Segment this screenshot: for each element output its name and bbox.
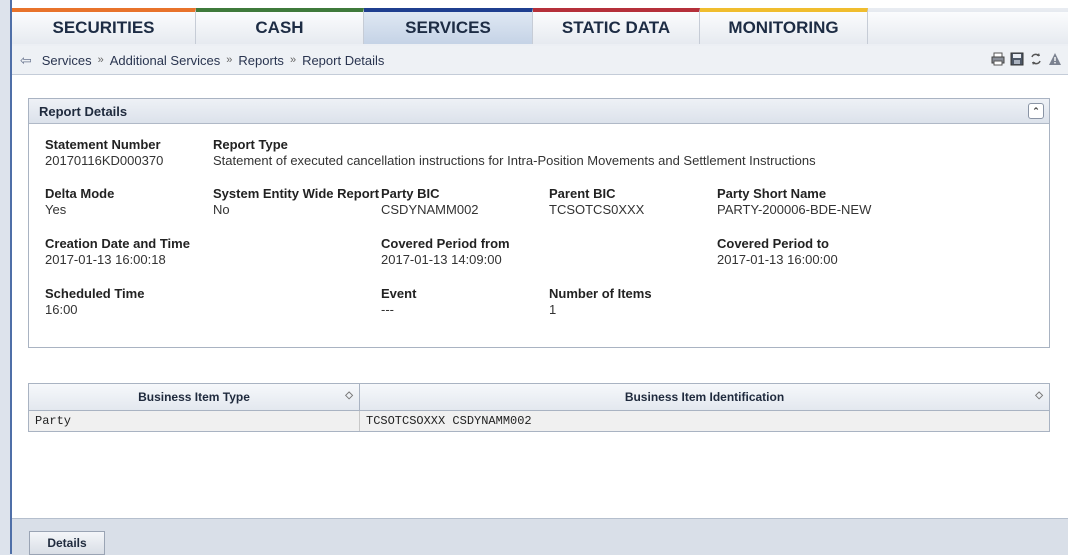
save-icon[interactable] xyxy=(1010,52,1024,66)
number-of-items-field: Number of Items 1 xyxy=(549,286,652,318)
number-of-items-value: 1 xyxy=(549,302,557,317)
details-button[interactable]: Details xyxy=(29,531,105,555)
report-details-panel: Report Details ⌃ Statement Number 201701… xyxy=(28,98,1050,348)
scheduled-time-label: Scheduled Time xyxy=(45,286,145,301)
breadcrumb-services[interactable]: Services xyxy=(42,53,92,68)
print-icon[interactable] xyxy=(991,52,1005,66)
system-entity-wide-report-value: No xyxy=(213,202,230,217)
tab-cash[interactable]: CASH xyxy=(196,8,364,44)
party-bic-value: CSDYNAMM002 xyxy=(381,202,479,217)
sort-icon[interactable]: ◇ xyxy=(1035,390,1043,401)
party-short-name-field: Party Short Name PARTY-200006-BDE-NEW xyxy=(717,186,871,218)
column-header-label: Business Item Type xyxy=(138,390,250,404)
panel-title: Report Details xyxy=(39,103,128,119)
breadcrumb: ⇦ Services » Additional Services » Repor… xyxy=(12,46,1068,75)
table-row[interactable]: Party TCSOTCSOXXX CSDYNAMM002 xyxy=(29,411,1049,431)
tab-bar-spacer xyxy=(868,8,1068,44)
refresh-icon[interactable] xyxy=(1029,52,1043,66)
column-header-business-item-identification[interactable]: Business Item Identification ◇ xyxy=(360,384,1049,410)
business-items-table: Business Item Type ◇ Business Item Ident… xyxy=(28,383,1050,432)
event-label: Event xyxy=(381,286,417,301)
number-of-items-label: Number of Items xyxy=(549,286,652,301)
collapse-icon[interactable]: ⌃ xyxy=(1028,103,1044,119)
column-header-label: Business Item Identification xyxy=(624,390,785,404)
warning-icon[interactable] xyxy=(1048,52,1062,66)
system-entity-wide-report-field: System Entity Wide Report No xyxy=(213,186,379,218)
covered-period-from-field: Covered Period from 2017-01-13 14:09:00 xyxy=(381,236,510,268)
column-header-business-item-type[interactable]: Business Item Type ◇ xyxy=(29,384,360,410)
breadcrumb-separator: » xyxy=(289,54,297,66)
scheduled-time-field: Scheduled Time 16:00 xyxy=(45,286,144,318)
covered-period-from-label: Covered Period from xyxy=(381,236,510,251)
delta-mode-value: Yes xyxy=(45,202,67,217)
breadcrumb-report-details: Report Details xyxy=(302,52,385,68)
event-value: --- xyxy=(381,302,394,317)
tab-monitoring[interactable]: MONITORING xyxy=(700,8,868,44)
toolbar-icons xyxy=(991,52,1062,66)
scheduled-time-value: 16:00 xyxy=(45,302,78,317)
parent-bic-value: TCSOTCS0XXX xyxy=(549,202,645,217)
party-bic-field: Party BIC CSDYNAMM002 xyxy=(381,186,479,218)
breadcrumb-separator: » xyxy=(97,54,104,66)
statement-number-field: Statement Number 20170116KD000370 xyxy=(45,137,163,169)
report-type-value: Statement of executed cancellation instr… xyxy=(213,153,816,168)
system-entity-wide-report-label: System Entity Wide Report xyxy=(213,186,380,201)
sort-icon[interactable]: ◇ xyxy=(345,390,353,401)
tab-services[interactable]: SERVICES xyxy=(364,8,533,44)
top-navigation: SECURITIES CASH SERVICES STATIC DATA MON… xyxy=(12,8,1068,47)
covered-period-from-value: 2017-01-13 14:09:00 xyxy=(381,252,502,267)
back-arrow-icon[interactable]: ⇦ xyxy=(20,52,32,69)
breadcrumb-reports[interactable]: Reports xyxy=(238,53,284,68)
table-cell-business-item-identification: TCSOTCSOXXX CSDYNAMM002 xyxy=(366,414,532,428)
table-header: Business Item Type ◇ Business Item Ident… xyxy=(29,384,1049,411)
creation-date-time-field: Creation Date and Time 2017-01-13 16:00:… xyxy=(45,236,190,268)
creation-date-time-label: Creation Date and Time xyxy=(45,236,190,251)
creation-date-time-value: 2017-01-13 16:00:18 xyxy=(45,252,166,267)
delta-mode-field: Delta Mode Yes xyxy=(45,186,114,218)
tab-securities[interactable]: SECURITIES xyxy=(12,8,196,44)
delta-mode-label: Delta Mode xyxy=(45,186,115,201)
party-short-name-label: Party Short Name xyxy=(717,186,827,201)
statement-number-value: 20170116KD000370 xyxy=(45,153,164,168)
covered-period-to-field: Covered Period to 2017-01-13 16:00:00 xyxy=(717,236,838,268)
parent-bic-field: Parent BIC TCSOTCS0XXX xyxy=(549,186,644,218)
tab-static-data[interactable]: STATIC DATA xyxy=(533,8,700,44)
report-type-label: Report Type xyxy=(213,137,288,152)
covered-period-to-label: Covered Period to xyxy=(717,236,829,251)
statement-number-label: Statement Number xyxy=(45,137,161,152)
table-cell-business-item-type: Party xyxy=(29,411,360,431)
main-frame: SECURITIES CASH SERVICES STATIC DATA MON… xyxy=(10,0,1068,555)
panel-header: Report Details ⌃ xyxy=(29,99,1049,124)
covered-period-to-value: 2017-01-13 16:00:00 xyxy=(717,252,838,267)
parent-bic-label: Parent BIC xyxy=(549,186,616,201)
party-bic-label: Party BIC xyxy=(381,186,440,201)
report-type-field: Report Type Statement of executed cancel… xyxy=(213,137,816,169)
bottom-bar: Details xyxy=(12,518,1068,555)
event-field: Event --- xyxy=(381,286,416,318)
breadcrumb-additional-services[interactable]: Additional Services xyxy=(110,53,221,68)
party-short-name-value: PARTY-200006-BDE-NEW xyxy=(717,202,872,217)
breadcrumb-separator: » xyxy=(226,54,233,66)
